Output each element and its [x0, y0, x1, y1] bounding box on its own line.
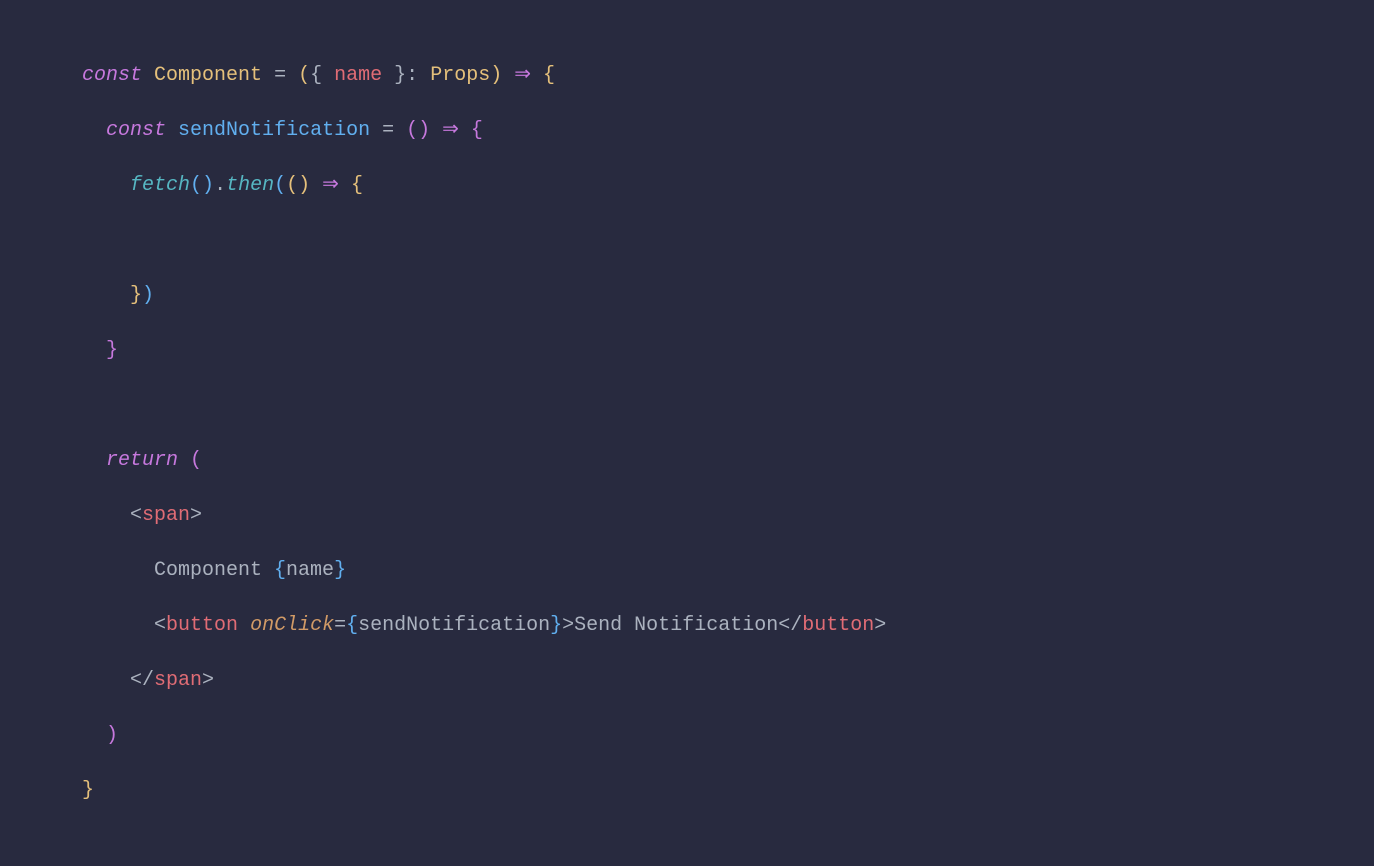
angle-close: >: [874, 614, 886, 637]
brace-close: }: [394, 64, 406, 87]
angle-open: </: [130, 669, 154, 692]
dot: .: [214, 174, 226, 197]
identifier-sendnotif: sendNotification: [178, 119, 370, 142]
jsx-tag-button: button: [166, 614, 238, 637]
fn-call-fetch: fetch: [130, 174, 190, 197]
paren-open: (: [190, 449, 202, 472]
brace-open: {: [471, 119, 483, 142]
paren-open: (: [286, 174, 298, 197]
identifier-component: Component: [154, 64, 262, 87]
paren-close: ): [106, 724, 118, 747]
brace-close: }: [82, 779, 94, 802]
brace-open: {: [310, 64, 322, 87]
angle-close: >: [562, 614, 574, 637]
angle-open: </: [778, 614, 802, 637]
angle-open: <: [154, 614, 166, 637]
paren-open: (: [190, 174, 202, 197]
paren-close: ): [418, 119, 430, 142]
angle-open: <: [130, 504, 142, 527]
type-props: Props: [430, 64, 490, 87]
angle-close: >: [190, 504, 202, 527]
keyword-const: const: [82, 64, 142, 87]
brace-close: }: [106, 339, 118, 362]
colon: :: [406, 64, 430, 87]
arrow-fn: ⇒: [514, 64, 531, 87]
jsx-tag-button-close: button: [802, 614, 874, 637]
jsx-tag-span-close: span: [154, 669, 202, 692]
jsx-button-text: Send Notification: [574, 614, 778, 637]
code-block: const Component = ({ name }: Props) ⇒ { …: [0, 0, 1374, 866]
param-name: name: [334, 64, 382, 87]
jsx-expr-name: name: [286, 559, 334, 582]
arrow-fn: ⇒: [442, 119, 459, 142]
identifier-sendnotif-ref: sendNotification: [358, 614, 550, 637]
operator-eq: =: [370, 119, 406, 142]
eq: =: [334, 614, 346, 637]
paren-open: (: [406, 119, 418, 142]
paren-open: (: [274, 174, 286, 197]
jsx-tag-span: span: [142, 504, 190, 527]
brace-open: {: [351, 174, 363, 197]
brace-close: }: [130, 284, 142, 307]
operator-eq: =: [262, 64, 298, 87]
jsx-expr-open: {: [274, 559, 286, 582]
jsx-attr-onclick: onClick: [250, 614, 334, 637]
paren-close: ): [142, 284, 154, 307]
brace-open: {: [543, 64, 555, 87]
jsx-expr-close: }: [550, 614, 562, 637]
fn-call-then: then: [226, 174, 274, 197]
arrow-fn: ⇒: [322, 174, 339, 197]
paren-close: ): [202, 174, 214, 197]
jsx-expr-close: }: [334, 559, 346, 582]
jsx-expr-open: {: [346, 614, 358, 637]
keyword-const: const: [106, 119, 166, 142]
angle-close: >: [202, 669, 214, 692]
paren-close: ): [490, 64, 502, 87]
paren-open: (: [298, 64, 310, 87]
paren-close: ): [298, 174, 310, 197]
jsx-text: Component: [82, 559, 274, 582]
keyword-return: return: [106, 449, 178, 472]
